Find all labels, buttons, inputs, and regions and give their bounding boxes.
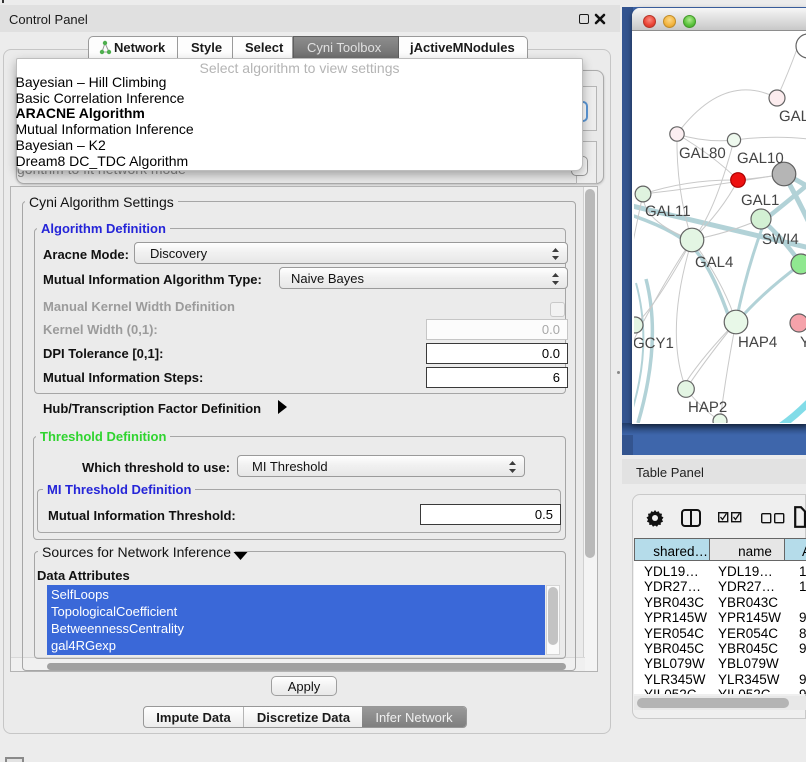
svg-text:SWI4: SWI4 [762, 231, 799, 248]
svg-text:HAP2: HAP2 [688, 399, 727, 416]
svg-text:GAL: GAL [779, 108, 806, 125]
svg-text:Y: Y [800, 334, 806, 351]
svg-text:GAL11: GAL11 [645, 203, 691, 220]
svg-text:GAL10: GAL10 [737, 150, 784, 167]
svg-text:GAL80: GAL80 [679, 145, 726, 162]
svg-text:GAL4: GAL4 [695, 254, 733, 271]
svg-text:HAP4: HAP4 [738, 334, 777, 351]
svg-text:GAL1: GAL1 [741, 192, 779, 209]
svg-text:GCY1: GCY1 [634, 335, 674, 352]
